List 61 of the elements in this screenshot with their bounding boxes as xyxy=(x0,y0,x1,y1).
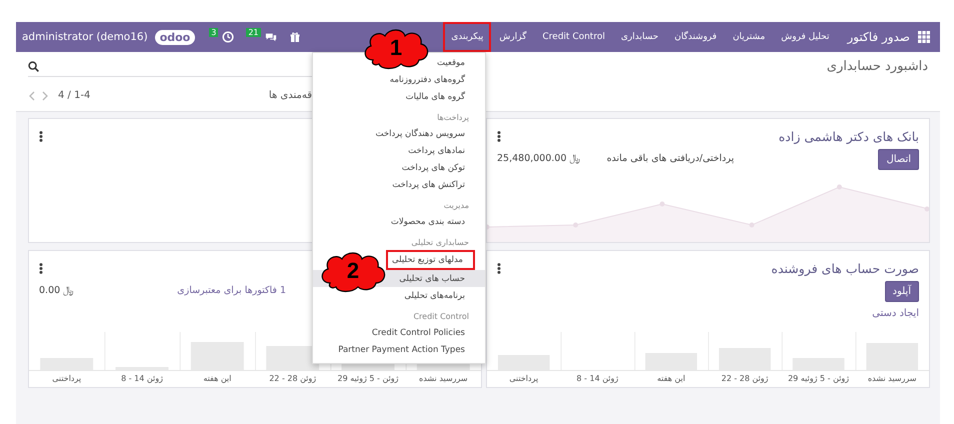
menu-item[interactable]: موقعیت xyxy=(313,54,485,71)
search-icon xyxy=(28,60,39,72)
axis-label: این هفته xyxy=(656,373,686,385)
menu-section-header: پرداخت‌ها xyxy=(436,112,470,124)
axis-label: 29 ژوئن - 5 ژوئیه xyxy=(336,373,400,385)
pager-value: 4 / 1-4 xyxy=(58,90,90,101)
kebab-menu-icon[interactable] xyxy=(39,262,43,274)
clock-icon[interactable] xyxy=(222,31,234,43)
axis-label: 8 - 14 ژوئن xyxy=(576,373,620,385)
axis-label: سررسید نشده xyxy=(418,373,469,385)
activity-count-badge: 3 xyxy=(209,28,218,37)
kebab-menu-icon[interactable] xyxy=(39,130,43,142)
menu-item[interactable]: تراکنش های پرداخت xyxy=(313,176,485,193)
nav-menu-item[interactable]: Credit Control xyxy=(534,22,613,52)
kebab-menu-icon[interactable] xyxy=(497,262,501,274)
axis-label: 22 - 28 ژوئن xyxy=(720,373,770,385)
menu-item[interactable]: برنامه‌های تحلیلی xyxy=(313,287,485,304)
axis-label: پرداختنی xyxy=(508,373,540,385)
menu-section-header: مدیریت xyxy=(442,200,470,212)
menu-item[interactable]: دسته بندی محصولات xyxy=(313,213,485,230)
nav-menu-item[interactable]: پیکربندی xyxy=(443,22,492,52)
axis-label: پرداختنی xyxy=(51,373,82,385)
action-button[interactable]: آپلود xyxy=(884,281,919,302)
axis-label: 29 ژوئن - 5 ژوئیه xyxy=(786,373,850,385)
menu-item[interactable]: Partner Payment Action Types xyxy=(313,341,485,358)
axis-label: این هفته xyxy=(202,373,232,385)
card-title[interactable]: صورت حساب های فروشنده xyxy=(771,260,919,276)
summary-text: پرداختی/دریافتی های باقی مانده xyxy=(606,153,734,164)
card-title[interactable]: بانک های دکتر هاشمی زاده xyxy=(778,128,919,144)
axis-label: 22 - 28 ژوئن xyxy=(268,373,318,385)
summary-link[interactable]: 1 فاکتورها برای معتبرسازی xyxy=(177,285,286,296)
nav-menu-item[interactable]: مشتریان xyxy=(724,22,774,52)
odoo-logo: odoo xyxy=(154,30,196,44)
amount-text: 25,480,000.00 ﷼ xyxy=(497,153,581,164)
chat-icon[interactable] xyxy=(264,31,277,43)
user-menu[interactable]: administrator (demo16) xyxy=(22,31,148,43)
apps-grid-icon[interactable] xyxy=(918,31,930,43)
menu-item[interactable]: نمادهای پرداخت xyxy=(313,142,485,159)
menu-item[interactable]: گروه‌های دفترروزنامه xyxy=(313,71,485,88)
menu-item[interactable]: سرویس دهندگان پرداخت xyxy=(313,125,485,142)
message-count-badge: 21 xyxy=(246,28,261,37)
action-button[interactable]: اتصال xyxy=(878,149,919,170)
menu-item[interactable]: Credit Control Policies xyxy=(313,324,485,341)
nav-menu-item[interactable]: حسابداری xyxy=(612,22,666,52)
axis-label: سررسید نشده xyxy=(866,373,918,385)
create-link[interactable]: ایجاد دستی xyxy=(872,308,919,319)
nav-menu-item[interactable]: فروشندگان xyxy=(666,22,725,52)
menu-item[interactable]: گروه های مالیات xyxy=(313,88,485,105)
axis-label: 8 - 14 ژوئن xyxy=(120,373,164,385)
app-brand[interactable]: صدور فاکتور xyxy=(847,30,910,44)
menu-item[interactable]: توکن های پرداخت xyxy=(313,159,485,176)
kebab-menu-icon[interactable] xyxy=(497,130,501,142)
menu-section-header: حسابداری تحلیلی xyxy=(410,237,470,249)
amount-text: 0.00 ﷼ xyxy=(39,285,74,296)
favorites-toggle[interactable]: قه‌مندی ها xyxy=(268,90,312,101)
menu-item[interactable]: مدلهای توزیع تحلیلی xyxy=(386,250,475,270)
gift-icon[interactable] xyxy=(288,31,301,43)
page-title: داشبورد حسابداری xyxy=(826,59,928,74)
menu-section-header: Credit Control xyxy=(412,311,470,323)
nav-menu-item[interactable]: گزارش xyxy=(491,22,535,52)
nav-menu-item[interactable]: تحلیل فروش xyxy=(773,22,838,52)
